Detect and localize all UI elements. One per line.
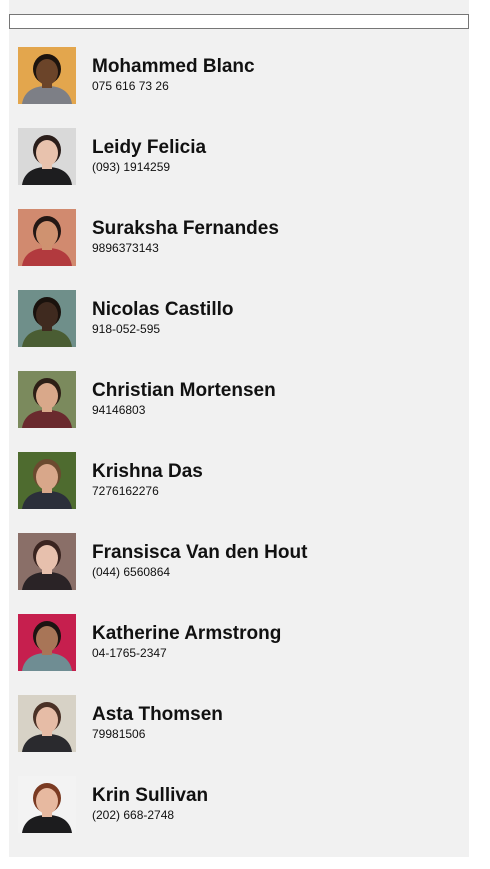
contact-item[interactable]: Fransisca Van den Hout (044) 6560864 (9, 533, 469, 614)
contact-phone: (202) 668-2748 (92, 808, 175, 822)
contact-name: Katherine Armstrong (92, 623, 282, 644)
contact-phone: 9896373143 (92, 241, 159, 255)
avatar (18, 452, 76, 509)
contact-list: Mohammed Blanc 075 616 73 26 Leidy Felic… (9, 47, 469, 857)
contact-name: Fransisca Van den Hout (92, 542, 308, 563)
contact-name: Leidy Felicia (92, 137, 207, 158)
contact-item[interactable]: Christian Mortensen 94146803 (9, 371, 469, 452)
avatar (18, 128, 76, 185)
contact-item[interactable]: Nicolas Castillo 918-052-595 (9, 290, 469, 371)
avatar (18, 614, 76, 671)
contact-item[interactable]: Mohammed Blanc 075 616 73 26 (9, 47, 469, 128)
contact-item[interactable]: Krishna Das 7276162276 (9, 452, 469, 533)
avatar (18, 371, 76, 428)
avatar (18, 533, 76, 590)
contact-item[interactable]: Krin Sullivan (202) 668-2748 (9, 776, 469, 857)
contacts-panel: Mohammed Blanc 075 616 73 26 Leidy Felic… (9, 0, 469, 857)
avatar (18, 47, 76, 104)
contact-name: Suraksha Fernandes (92, 218, 279, 239)
avatar (18, 209, 76, 266)
contact-name: Krin Sullivan (92, 785, 209, 806)
contact-name: Asta Thomsen (92, 704, 223, 725)
contact-item[interactable]: Leidy Felicia (093) 1914259 (9, 128, 469, 209)
contact-item[interactable]: Suraksha Fernandes 9896373143 (9, 209, 469, 290)
search-input[interactable] (9, 14, 469, 29)
avatar (18, 776, 76, 833)
avatar (18, 695, 76, 752)
contact-name: Nicolas Castillo (92, 299, 234, 320)
contact-name: Mohammed Blanc (92, 56, 255, 77)
contact-phone: 918-052-595 (92, 322, 161, 336)
contact-phone: 075 616 73 26 (92, 79, 169, 93)
contact-item[interactable]: Asta Thomsen 79981506 (9, 695, 469, 776)
contact-phone: 7276162276 (92, 484, 159, 498)
avatar (18, 290, 76, 347)
contact-item[interactable]: Katherine Armstrong 04-1765-2347 (9, 614, 469, 695)
contact-phone: (093) 1914259 (92, 160, 171, 174)
contact-name: Christian Mortensen (92, 380, 276, 401)
contact-phone: 04-1765-2347 (92, 646, 167, 660)
contact-phone: (044) 6560864 (92, 565, 171, 579)
contact-name: Krishna Das (92, 461, 203, 482)
contact-phone: 79981506 (92, 727, 146, 741)
contact-phone: 94146803 (92, 403, 146, 417)
